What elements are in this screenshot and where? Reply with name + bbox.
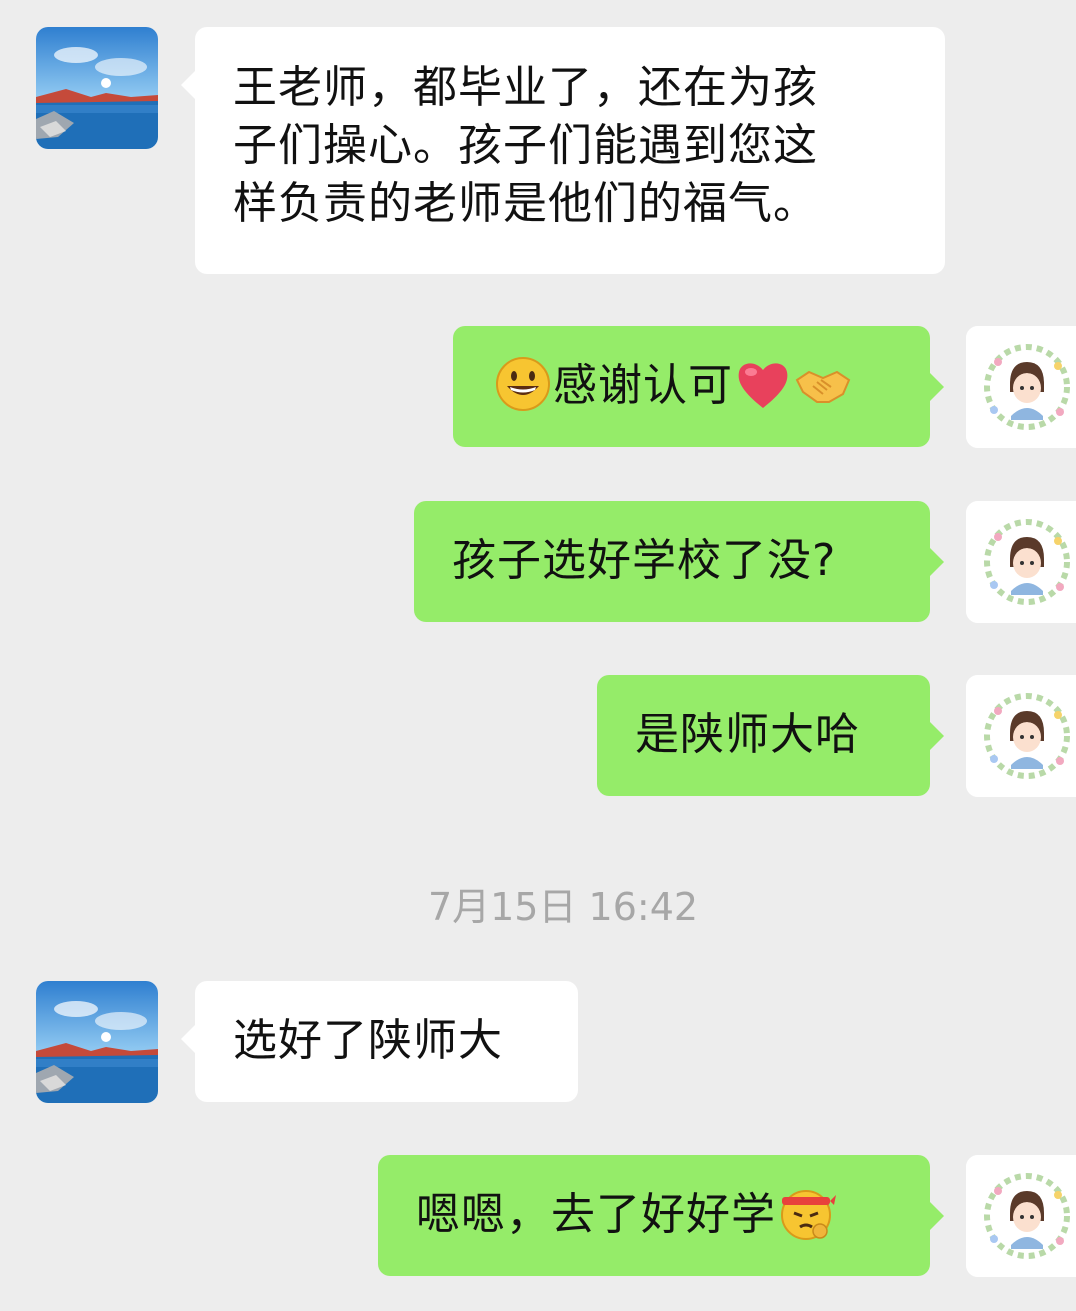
self-avatar[interactable]	[966, 501, 1076, 623]
message-timestamp: 7月15日 16:42	[427, 885, 699, 929]
message-text: 孩子选好学校了没?	[452, 535, 837, 586]
message-text: 嗯嗯，去了好好学	[416, 1189, 776, 1240]
message-text: 感谢认可	[553, 360, 733, 411]
determined-face-icon	[776, 1183, 836, 1243]
message-line: 样负责的老师是他们的福气。	[233, 178, 818, 229]
message-text: 是陕师大哈	[635, 709, 860, 760]
message-text: 选好了陕师大	[233, 1015, 503, 1066]
message-bubble-outgoing[interactable]: 孩子选好学校了没?	[414, 501, 944, 622]
contact-avatar[interactable]	[36, 27, 158, 149]
message-line: 子们操心。孩子们能遇到您这	[233, 120, 818, 171]
smiling-face-icon	[493, 354, 553, 414]
chat-message-list[interactable]: 王老师，都毕业了，还在为孩 子们操心。孩子们能遇到您这 样负责的老师是他们的福气…	[0, 0, 1076, 1311]
cartoon-girl-avatar-icon	[966, 675, 1076, 797]
lake-scenery-avatar-icon	[36, 27, 158, 149]
cartoon-girl-avatar-icon	[966, 326, 1076, 448]
self-avatar[interactable]	[966, 675, 1076, 797]
handshake-icon	[793, 354, 853, 414]
message-bubble-outgoing[interactable]: 感谢认可	[453, 326, 944, 447]
message-bubble-incoming[interactable]: 选好了陕师大	[181, 981, 578, 1102]
message-bubble-outgoing[interactable]: 嗯嗯，去了好好学	[378, 1155, 944, 1276]
message-bubble-incoming[interactable]: 王老师，都毕业了，还在为孩 子们操心。孩子们能遇到您这 样负责的老师是他们的福气…	[181, 27, 945, 274]
contact-avatar[interactable]	[36, 981, 158, 1103]
cartoon-girl-avatar-icon	[966, 501, 1076, 623]
message-bubble-outgoing[interactable]: 是陕师大哈	[597, 675, 944, 796]
heart-icon	[733, 354, 793, 414]
lake-scenery-avatar-icon	[36, 981, 158, 1103]
self-avatar[interactable]	[966, 1155, 1076, 1277]
self-avatar[interactable]	[966, 326, 1076, 448]
message-line: 王老师，都毕业了，还在为孩	[233, 62, 818, 113]
cartoon-girl-avatar-icon	[966, 1155, 1076, 1277]
